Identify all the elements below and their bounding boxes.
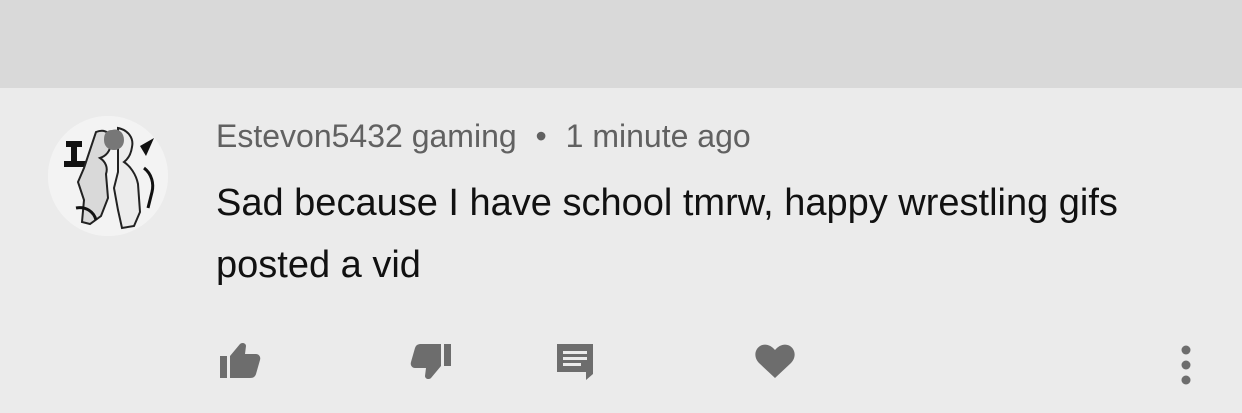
comment-card: Estevon5432 gaming • 1 minute ago Sad be… [0,88,1242,413]
like-button[interactable] [214,336,264,386]
heart-icon [755,344,795,378]
comment-actions [0,88,1242,413]
page: Estevon5432 gaming • 1 minute ago Sad be… [0,0,1242,413]
top-band [0,0,1242,89]
thumbs-up-icon [220,342,261,378]
dislike-button[interactable] [407,336,457,386]
comment-icon [557,344,593,380]
heart-button[interactable] [750,336,800,386]
more-vert-icon [1181,345,1191,385]
more-options-button[interactable] [1168,340,1204,390]
reply-button[interactable] [551,336,601,386]
thumbs-down-icon [410,344,451,380]
